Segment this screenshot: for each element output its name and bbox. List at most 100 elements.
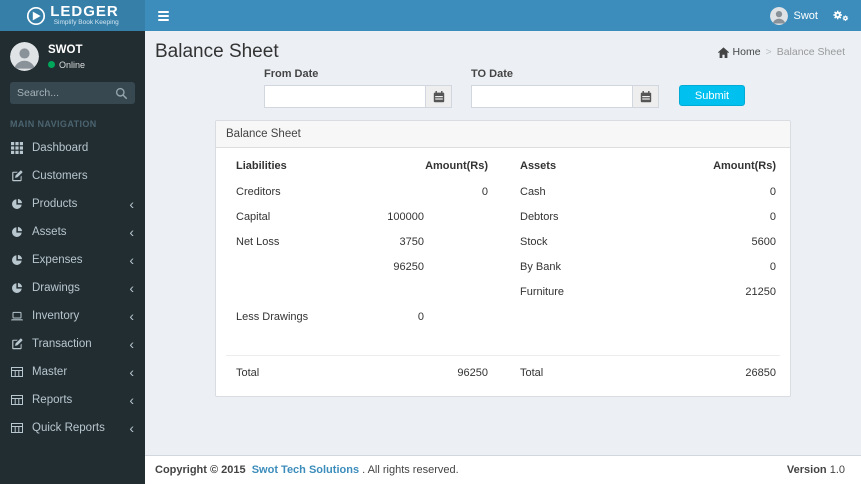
table-row: [226, 330, 780, 356]
liability-amount: 100000: [387, 211, 424, 223]
brand-name: LEDGER: [50, 3, 119, 21]
table-row: Less Drawings 0: [226, 305, 780, 330]
sidebar-nav: Dashboard Customers Products ‹ Assets ‹ …: [0, 134, 145, 442]
col-header-liab-amount: Amount(Rs): [425, 160, 488, 172]
calendar-icon: [433, 90, 445, 103]
sidebar-item-expenses[interactable]: Expenses ‹: [0, 246, 145, 274]
sidebar-item-label: Master: [32, 366, 68, 378]
table-icon: [11, 366, 24, 378]
liability-name: Creditors: [236, 186, 281, 198]
liability-amount: 96250: [393, 261, 424, 273]
submit-button[interactable]: Submit: [679, 85, 745, 106]
edit-icon: [11, 338, 24, 350]
settings-gears-icon[interactable]: [832, 9, 849, 22]
from-date-calendar-button[interactable]: [426, 85, 452, 108]
sidebar-user-panel: SWOT Online: [0, 31, 145, 79]
asset-amount: [636, 305, 780, 330]
table-header-row: Liabilities Amount(Rs) Assets Amount(Rs): [226, 152, 780, 180]
sidebar-item-quick-reports[interactable]: Quick Reports ‹: [0, 414, 145, 442]
search-icon: [115, 87, 128, 100]
chevron-left-icon: ‹: [129, 420, 134, 436]
to-date-label: TO Date: [471, 68, 513, 80]
liability-amount: 0: [481, 186, 488, 198]
sidebar-item-dashboard[interactable]: Dashboard: [0, 134, 145, 162]
liability-amount: [366, 280, 496, 305]
sidebar-item-label: Dashboard: [32, 142, 89, 154]
sidebar-item-customers[interactable]: Customers: [0, 162, 145, 190]
navbar-user-menu[interactable]: Swot: [769, 6, 818, 25]
table-row: Capital 100000 Debtors 0: [226, 205, 780, 230]
asset-amount: 0: [769, 186, 776, 198]
table-row: Net Loss 3750 Stock 5600: [226, 230, 780, 255]
footer: Copyright © 2015 Swot Tech Solutions. Al…: [145, 455, 861, 484]
chevron-left-icon: ‹: [129, 224, 134, 240]
asset-name: [496, 305, 636, 330]
breadcrumb-home-link[interactable]: Home: [717, 46, 761, 58]
liability-amount: 3750: [399, 236, 424, 248]
panel-title: Balance Sheet: [216, 121, 790, 148]
breadcrumb-separator: >: [765, 46, 772, 58]
content-area: Balance Sheet Home > Balance Sheet From …: [145, 31, 861, 455]
date-filter-form: From Date TO Date Submit: [215, 68, 791, 108]
balance-sheet-table: Liabilities Amount(Rs) Assets Amount(Rs)…: [226, 152, 780, 388]
navbar-user-name: Swot: [793, 9, 818, 22]
sidebar-item-master[interactable]: Master ‹: [0, 358, 145, 386]
col-header-liabilities: Liabilities: [236, 160, 287, 172]
liability-name: Less Drawings: [236, 311, 309, 323]
sidebar-item-assets[interactable]: Assets ‹: [0, 218, 145, 246]
sidebar-item-label: Transaction: [32, 338, 92, 350]
brand-logo[interactable]: LEDGER Simplify Book Keeping: [0, 0, 145, 31]
sidebar-item-inventory[interactable]: Inventory ‹: [0, 302, 145, 330]
sidebar-item-drawings[interactable]: Drawings ‹: [0, 274, 145, 302]
sidebar-item-label: Assets: [32, 226, 67, 238]
asset-amount: 5600: [751, 236, 776, 248]
top-navbar: LEDGER Simplify Book Keeping Swot: [0, 0, 861, 31]
navbar: Swot: [145, 0, 861, 31]
sidebar-section-label: MAIN NAVIGATION: [10, 119, 97, 129]
to-date-calendar-button[interactable]: [633, 85, 659, 108]
asset-name: Debtors: [520, 211, 559, 223]
table-body: Creditors 0 Cash 0 Capital 100000 Debtor…: [226, 180, 780, 356]
sidebar-toggle-icon[interactable]: [145, 0, 182, 31]
chevron-left-icon: ‹: [129, 364, 134, 380]
sidebar-user-avatar: [10, 42, 39, 71]
sidebar-search: [10, 82, 135, 104]
sidebar-item-products[interactable]: Products ‹: [0, 190, 145, 218]
liability-amount: [366, 330, 496, 356]
liability-total-amount: 96250: [366, 355, 496, 388]
asset-amount: [636, 330, 780, 356]
footer-rights: . All rights reserved.: [362, 464, 459, 476]
pie-chart-icon: [11, 282, 24, 294]
th-grid-icon: [11, 142, 24, 154]
asset-amount: 0: [769, 261, 776, 273]
to-date-input[interactable]: [471, 85, 633, 108]
from-date-input[interactable]: [264, 85, 426, 108]
sidebar-item-reports[interactable]: Reports ‹: [0, 386, 145, 414]
edit-icon: [11, 170, 24, 182]
sidebar-user-status[interactable]: Online: [48, 60, 85, 70]
sidebar-item-label: Expenses: [32, 254, 83, 266]
sidebar-item-transaction[interactable]: Transaction ‹: [0, 330, 145, 358]
search-button[interactable]: [115, 87, 128, 100]
table-total-row: Total 96250 Total 26850: [226, 355, 780, 388]
brand-tagline: Simplify Book Keeping: [53, 19, 119, 27]
breadcrumb: Home > Balance Sheet: [717, 46, 845, 58]
sidebar-item-label: Reports: [32, 394, 73, 406]
chevron-left-icon: ‹: [129, 336, 134, 352]
calendar-icon: [640, 90, 652, 103]
footer-version-label: Version: [786, 464, 827, 476]
brand-mark-icon: [26, 6, 46, 26]
liability-total-label: Total: [226, 355, 366, 388]
search-input[interactable]: [17, 87, 115, 99]
balance-sheet-panel: Balance Sheet Liabilities Amount(Rs) Ass…: [215, 120, 791, 397]
sidebar-item-label: Products: [32, 198, 78, 210]
footer-company-link[interactable]: Swot Tech Solutions: [252, 464, 359, 476]
chevron-left-icon: ‹: [129, 308, 134, 324]
asset-name: Cash: [520, 186, 546, 198]
app-window: LEDGER Simplify Book Keeping Swot SWOT O…: [0, 0, 861, 484]
liability-name: [226, 330, 366, 356]
footer-copyright: Copyright © 2015: [155, 464, 246, 476]
chevron-left-icon: ‹: [129, 196, 134, 212]
chevron-left-icon: ‹: [129, 392, 134, 408]
asset-total-label: Total: [496, 355, 636, 388]
